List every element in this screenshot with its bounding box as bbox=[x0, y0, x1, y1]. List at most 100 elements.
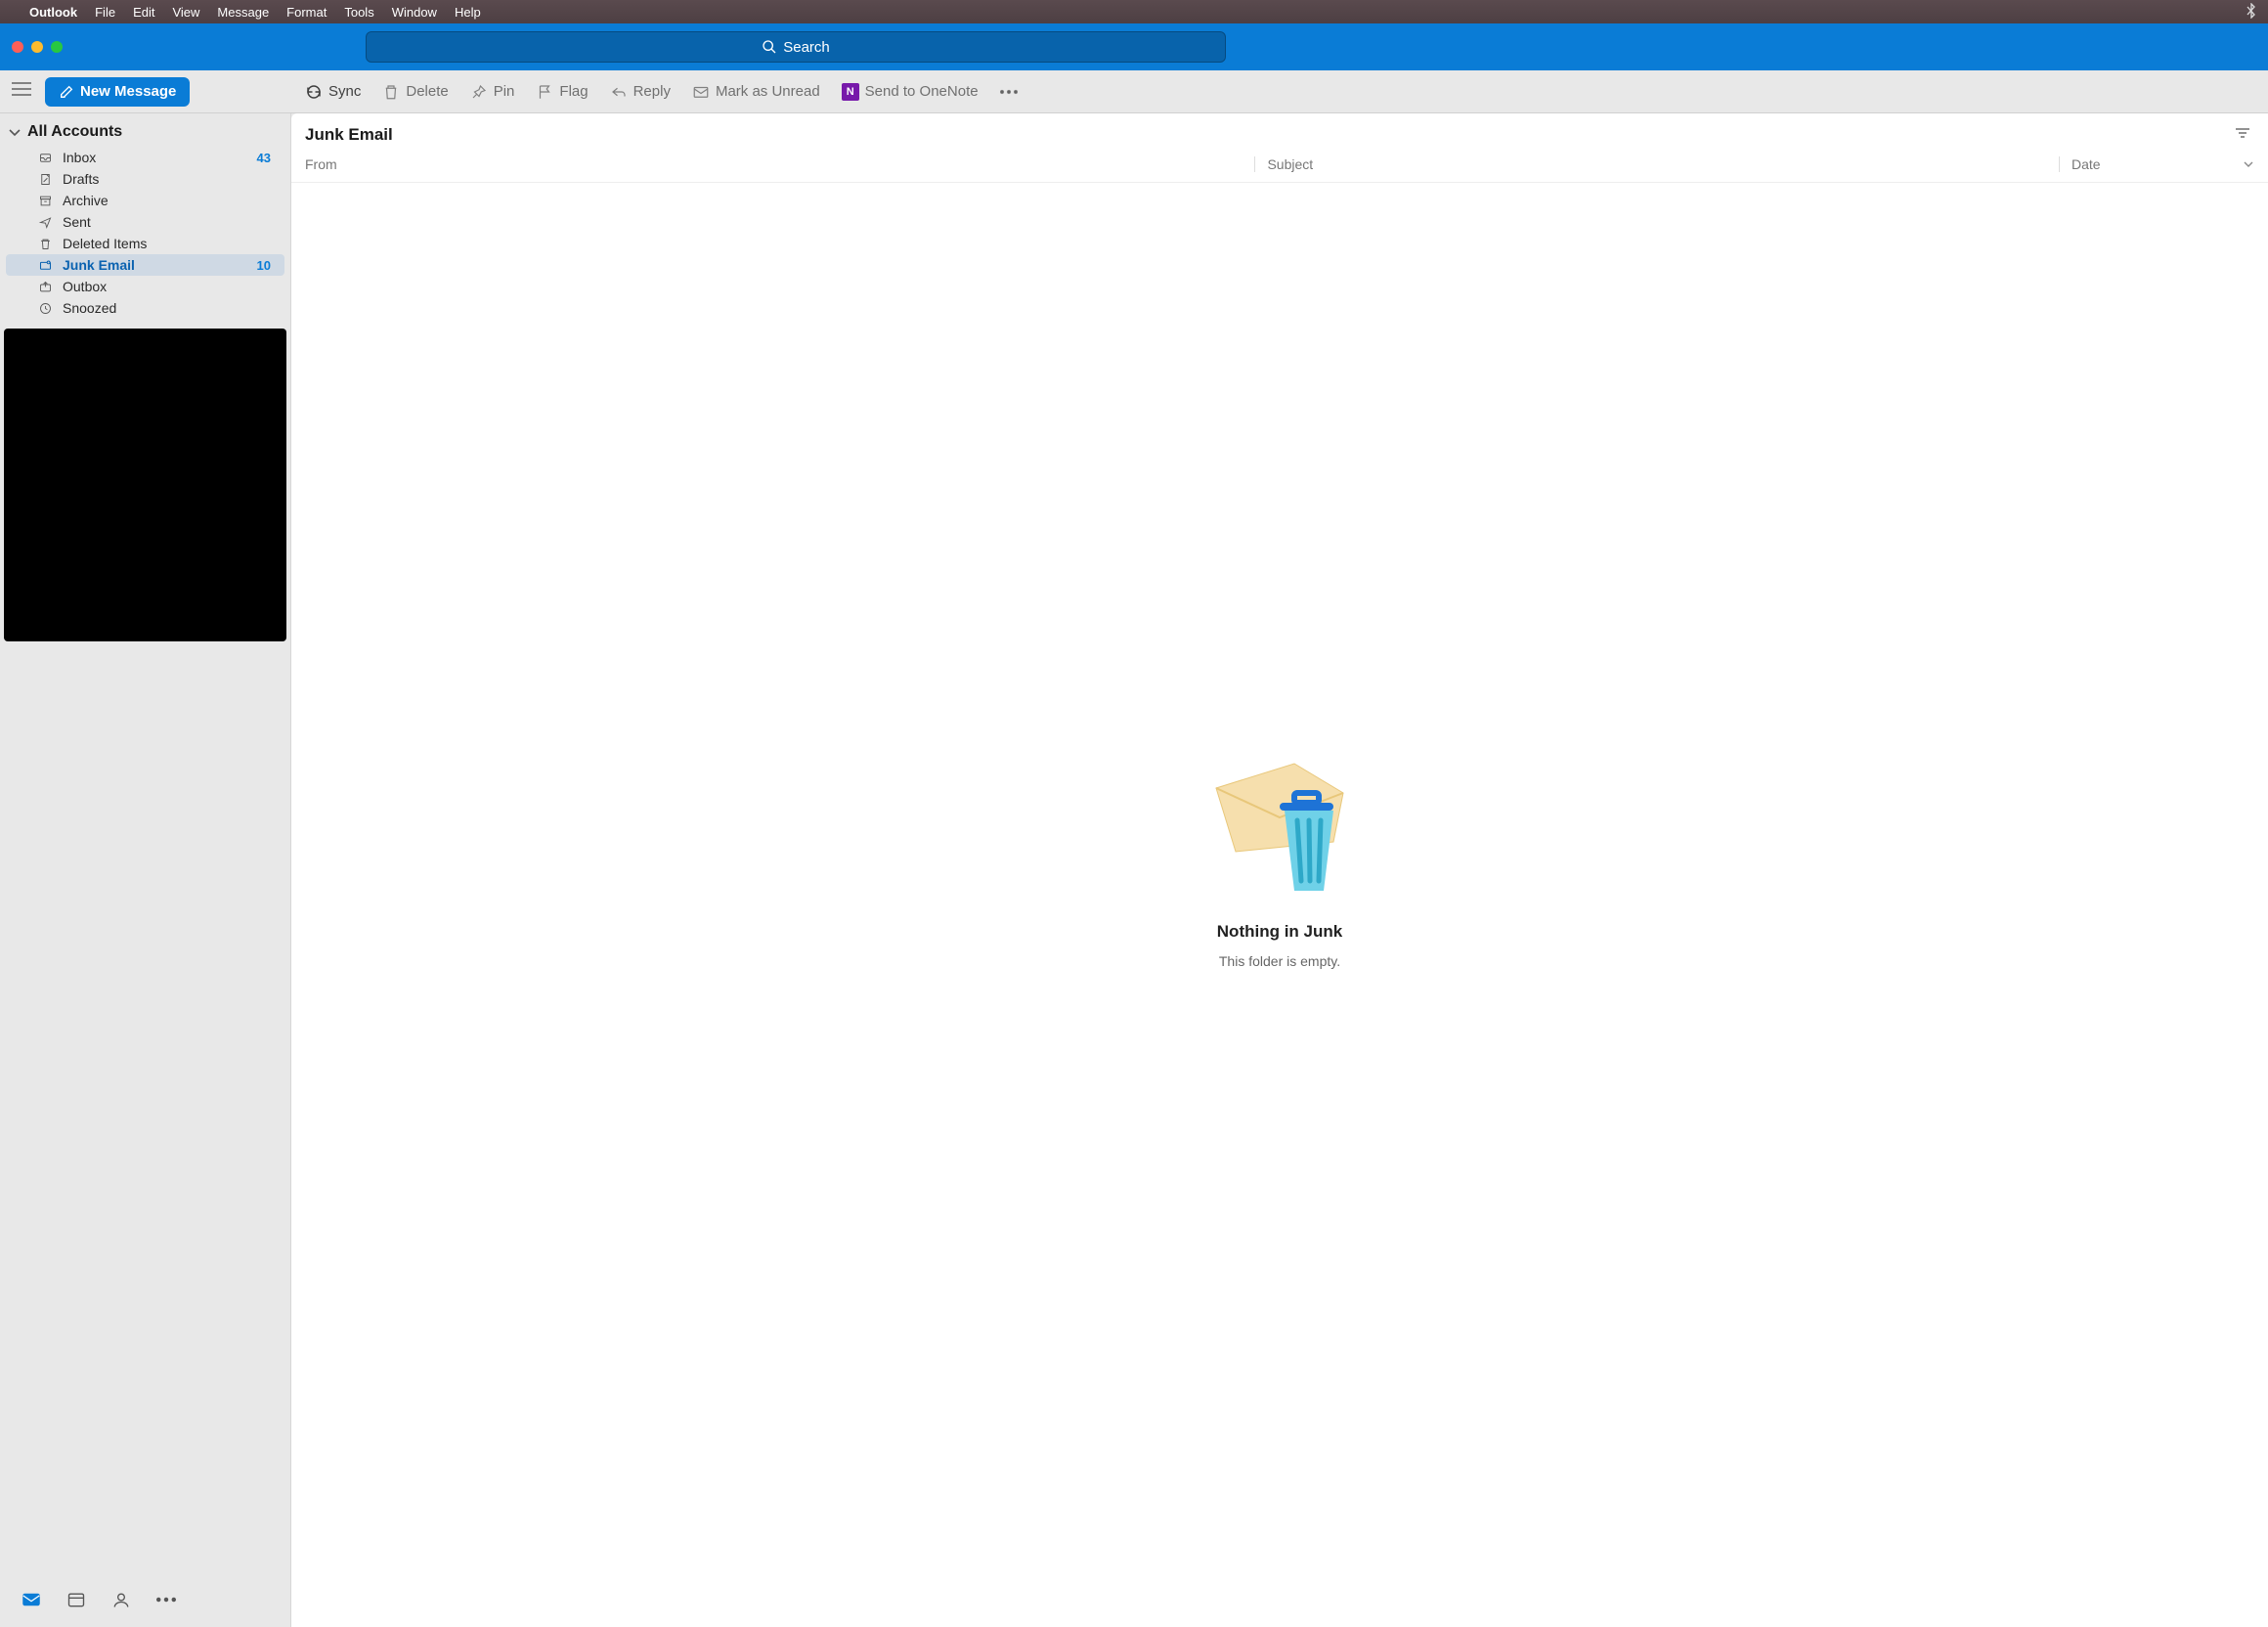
reply-icon bbox=[610, 83, 628, 101]
inbox-icon bbox=[37, 151, 53, 165]
menu-help[interactable]: Help bbox=[455, 5, 481, 20]
menu-file[interactable]: File bbox=[95, 5, 115, 20]
sync-label: Sync bbox=[328, 83, 361, 100]
sidebar-bottom-nav bbox=[0, 1577, 290, 1627]
sidebar-widget bbox=[4, 329, 286, 641]
filter-button[interactable] bbox=[2235, 126, 2250, 144]
pin-icon bbox=[470, 83, 488, 101]
delete-button[interactable]: Delete bbox=[382, 83, 448, 101]
sent-icon bbox=[37, 215, 53, 230]
sidebar: All Accounts Inbox 43 Drafts Archive Sen… bbox=[0, 113, 291, 1627]
flag-icon bbox=[536, 83, 553, 101]
column-from[interactable]: From bbox=[305, 156, 1254, 172]
trash-icon bbox=[37, 237, 53, 251]
sidebar-item-inbox[interactable]: Inbox 43 bbox=[6, 147, 284, 168]
delete-label: Delete bbox=[406, 83, 448, 100]
column-subject[interactable]: Subject bbox=[1254, 156, 2059, 172]
onenote-icon: N bbox=[842, 83, 859, 101]
trash-icon bbox=[382, 83, 400, 101]
menu-app[interactable]: Outlook bbox=[29, 5, 77, 20]
toolbar: New Message Sync Delete Pin Flag Reply M… bbox=[0, 70, 2268, 113]
folder-label: Deleted Items bbox=[63, 236, 147, 251]
empty-state: Nothing in Junk This folder is empty. bbox=[291, 183, 2268, 1627]
menu-format[interactable]: Format bbox=[286, 5, 327, 20]
accounts-header[interactable]: All Accounts bbox=[0, 119, 290, 147]
folder-label: Snoozed bbox=[63, 300, 116, 316]
bluetooth-icon[interactable] bbox=[2246, 3, 2256, 22]
sidebar-item-junk[interactable]: Junk Email 10 bbox=[6, 254, 284, 276]
more-actions-button[interactable] bbox=[1000, 83, 1018, 101]
column-headers: From Subject Date bbox=[291, 151, 2268, 183]
accounts-header-label: All Accounts bbox=[27, 123, 122, 141]
content-header: Junk Email bbox=[291, 113, 2268, 151]
junk-icon bbox=[37, 258, 53, 273]
menu-view[interactable]: View bbox=[172, 5, 199, 20]
search-placeholder: Search bbox=[783, 39, 830, 56]
ellipsis-icon bbox=[1000, 83, 1018, 101]
send-onenote-label: Send to OneNote bbox=[865, 83, 979, 100]
nav-calendar-button[interactable] bbox=[66, 1591, 86, 1613]
window-titlebar: Search bbox=[0, 23, 2268, 70]
folder-label: Outbox bbox=[63, 279, 107, 294]
archive-icon bbox=[37, 194, 53, 208]
filter-icon bbox=[2235, 127, 2250, 139]
folder-label: Junk Email bbox=[63, 257, 135, 273]
folder-label: Archive bbox=[63, 193, 109, 208]
macos-menubar: Outlook File Edit View Message Format To… bbox=[0, 0, 2268, 23]
outbox-icon bbox=[37, 280, 53, 294]
menu-tools[interactable]: Tools bbox=[344, 5, 373, 20]
inbox-count: 43 bbox=[257, 151, 271, 165]
hamburger-button[interactable] bbox=[12, 82, 31, 101]
nav-people-button[interactable] bbox=[111, 1591, 131, 1613]
clock-icon bbox=[37, 301, 53, 316]
send-onenote-button[interactable]: N Send to OneNote bbox=[842, 83, 979, 101]
main-split: All Accounts Inbox 43 Drafts Archive Sen… bbox=[0, 113, 2268, 1627]
menu-edit[interactable]: Edit bbox=[133, 5, 154, 20]
sync-button[interactable]: Sync bbox=[305, 83, 361, 101]
mark-unread-label: Mark as Unread bbox=[716, 83, 820, 100]
nav-mail-button[interactable] bbox=[22, 1591, 41, 1613]
flag-label: Flag bbox=[559, 83, 588, 100]
sidebar-item-sent[interactable]: Sent bbox=[6, 211, 284, 233]
menu-message[interactable]: Message bbox=[217, 5, 269, 20]
new-message-button[interactable]: New Message bbox=[45, 77, 190, 107]
column-date[interactable]: Date bbox=[2059, 156, 2254, 172]
sidebar-item-drafts[interactable]: Drafts bbox=[6, 168, 284, 190]
new-message-label: New Message bbox=[80, 83, 176, 100]
empty-illustration bbox=[1197, 744, 1363, 910]
close-window-button[interactable] bbox=[12, 41, 23, 53]
pin-label: Pin bbox=[494, 83, 515, 100]
junk-count: 10 bbox=[257, 258, 271, 273]
minimize-window-button[interactable] bbox=[31, 41, 43, 53]
sidebar-item-deleted[interactable]: Deleted Items bbox=[6, 233, 284, 254]
pin-button[interactable]: Pin bbox=[470, 83, 515, 101]
folder-label: Inbox bbox=[63, 150, 96, 165]
search-icon bbox=[762, 39, 777, 55]
chevron-down-icon bbox=[2243, 160, 2254, 168]
empty-title: Nothing in Junk bbox=[1217, 922, 1342, 942]
mail-closed-icon bbox=[692, 83, 710, 101]
reply-label: Reply bbox=[633, 83, 671, 100]
compose-icon bbox=[59, 84, 74, 100]
column-date-label: Date bbox=[2072, 156, 2101, 172]
menu-window[interactable]: Window bbox=[392, 5, 437, 20]
sidebar-item-snoozed[interactable]: Snoozed bbox=[6, 297, 284, 319]
drafts-icon bbox=[37, 172, 53, 187]
chevron-down-icon bbox=[8, 127, 22, 137]
nav-more-button[interactable] bbox=[156, 1591, 176, 1613]
sync-icon bbox=[305, 83, 323, 101]
empty-subtitle: This folder is empty. bbox=[1219, 953, 1340, 969]
sidebar-item-outbox[interactable]: Outbox bbox=[6, 276, 284, 297]
mark-unread-button[interactable]: Mark as Unread bbox=[692, 83, 820, 101]
search-input[interactable]: Search bbox=[366, 31, 1226, 63]
folder-label: Drafts bbox=[63, 171, 99, 187]
content-pane: Junk Email From Subject Date bbox=[291, 113, 2268, 1627]
zoom-window-button[interactable] bbox=[51, 41, 63, 53]
window-controls bbox=[12, 41, 63, 53]
reply-button[interactable]: Reply bbox=[610, 83, 671, 101]
sidebar-item-archive[interactable]: Archive bbox=[6, 190, 284, 211]
content-title: Junk Email bbox=[305, 125, 393, 145]
folder-label: Sent bbox=[63, 214, 91, 230]
flag-button[interactable]: Flag bbox=[536, 83, 588, 101]
folder-list: Inbox 43 Drafts Archive Sent Deleted Ite… bbox=[0, 147, 290, 319]
